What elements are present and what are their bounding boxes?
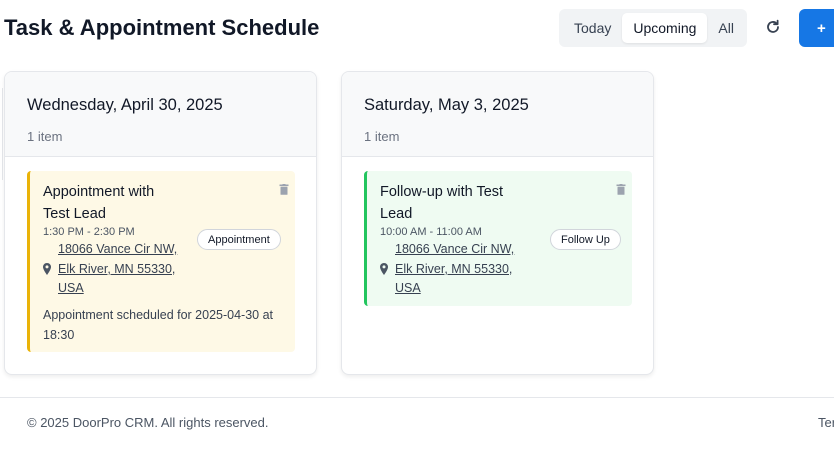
footer-divider — [0, 397, 834, 398]
day-header: Saturday, May 3, 2025 1 item — [342, 72, 653, 157]
day-title: Wednesday, April 30, 2025 — [27, 96, 223, 114]
address-link[interactable]: 18066 Vance Cir NW, Elk River, MN 55330,… — [395, 240, 515, 299]
day-item-count: 1 item — [27, 129, 63, 144]
footer-copyright: © 2025 DoorPro CRM. All rights reserved. — [27, 415, 269, 430]
item-title: Follow-up with Test Lead — [380, 184, 504, 222]
type-badge: Follow Up — [550, 229, 621, 250]
filter-upcoming-button[interactable]: Upcoming — [622, 13, 708, 43]
filter-all-button[interactable]: All — [707, 13, 745, 43]
item-title: Appointment with Test Lead — [43, 184, 155, 222]
day-title: Saturday, May 3, 2025 — [364, 96, 529, 114]
day-card-may-3: Saturday, May 3, 2025 1 item Follow-up w… — [341, 71, 654, 375]
item-notes: Appointment scheduled for 2025-04-30 at … — [43, 308, 274, 342]
footer-terms-link[interactable]: Ter — [818, 415, 834, 430]
filter-toggle-group: Today Upcoming All — [559, 9, 747, 47]
map-pin-icon — [43, 263, 51, 275]
add-button[interactable]: + — [799, 9, 834, 47]
trash-icon[interactable] — [279, 184, 289, 195]
plus-icon: + — [817, 19, 826, 37]
appointment-item[interactable]: Appointment with Test Lead 1:30 PM - 2:3… — [27, 171, 295, 352]
trash-icon[interactable] — [616, 184, 626, 195]
day-card-april-30: Wednesday, April 30, 2025 1 item Appoint… — [4, 71, 317, 375]
refresh-button[interactable] — [761, 13, 785, 41]
filter-today-button[interactable]: Today — [563, 13, 622, 43]
type-badge: Appointment — [197, 229, 281, 250]
left-panel-edge — [0, 88, 3, 180]
address-link[interactable]: 18066 Vance Cir NW, Elk River, MN 55330,… — [58, 240, 178, 299]
refresh-icon — [767, 19, 779, 33]
day-item-count: 1 item — [364, 129, 400, 144]
follow-up-item[interactable]: Follow-up with Test Lead 10:00 AM - 11:0… — [364, 171, 632, 306]
page-title: Task & Appointment Schedule — [4, 15, 320, 40]
day-header: Wednesday, April 30, 2025 1 item — [5, 72, 316, 157]
map-pin-icon — [380, 263, 388, 275]
